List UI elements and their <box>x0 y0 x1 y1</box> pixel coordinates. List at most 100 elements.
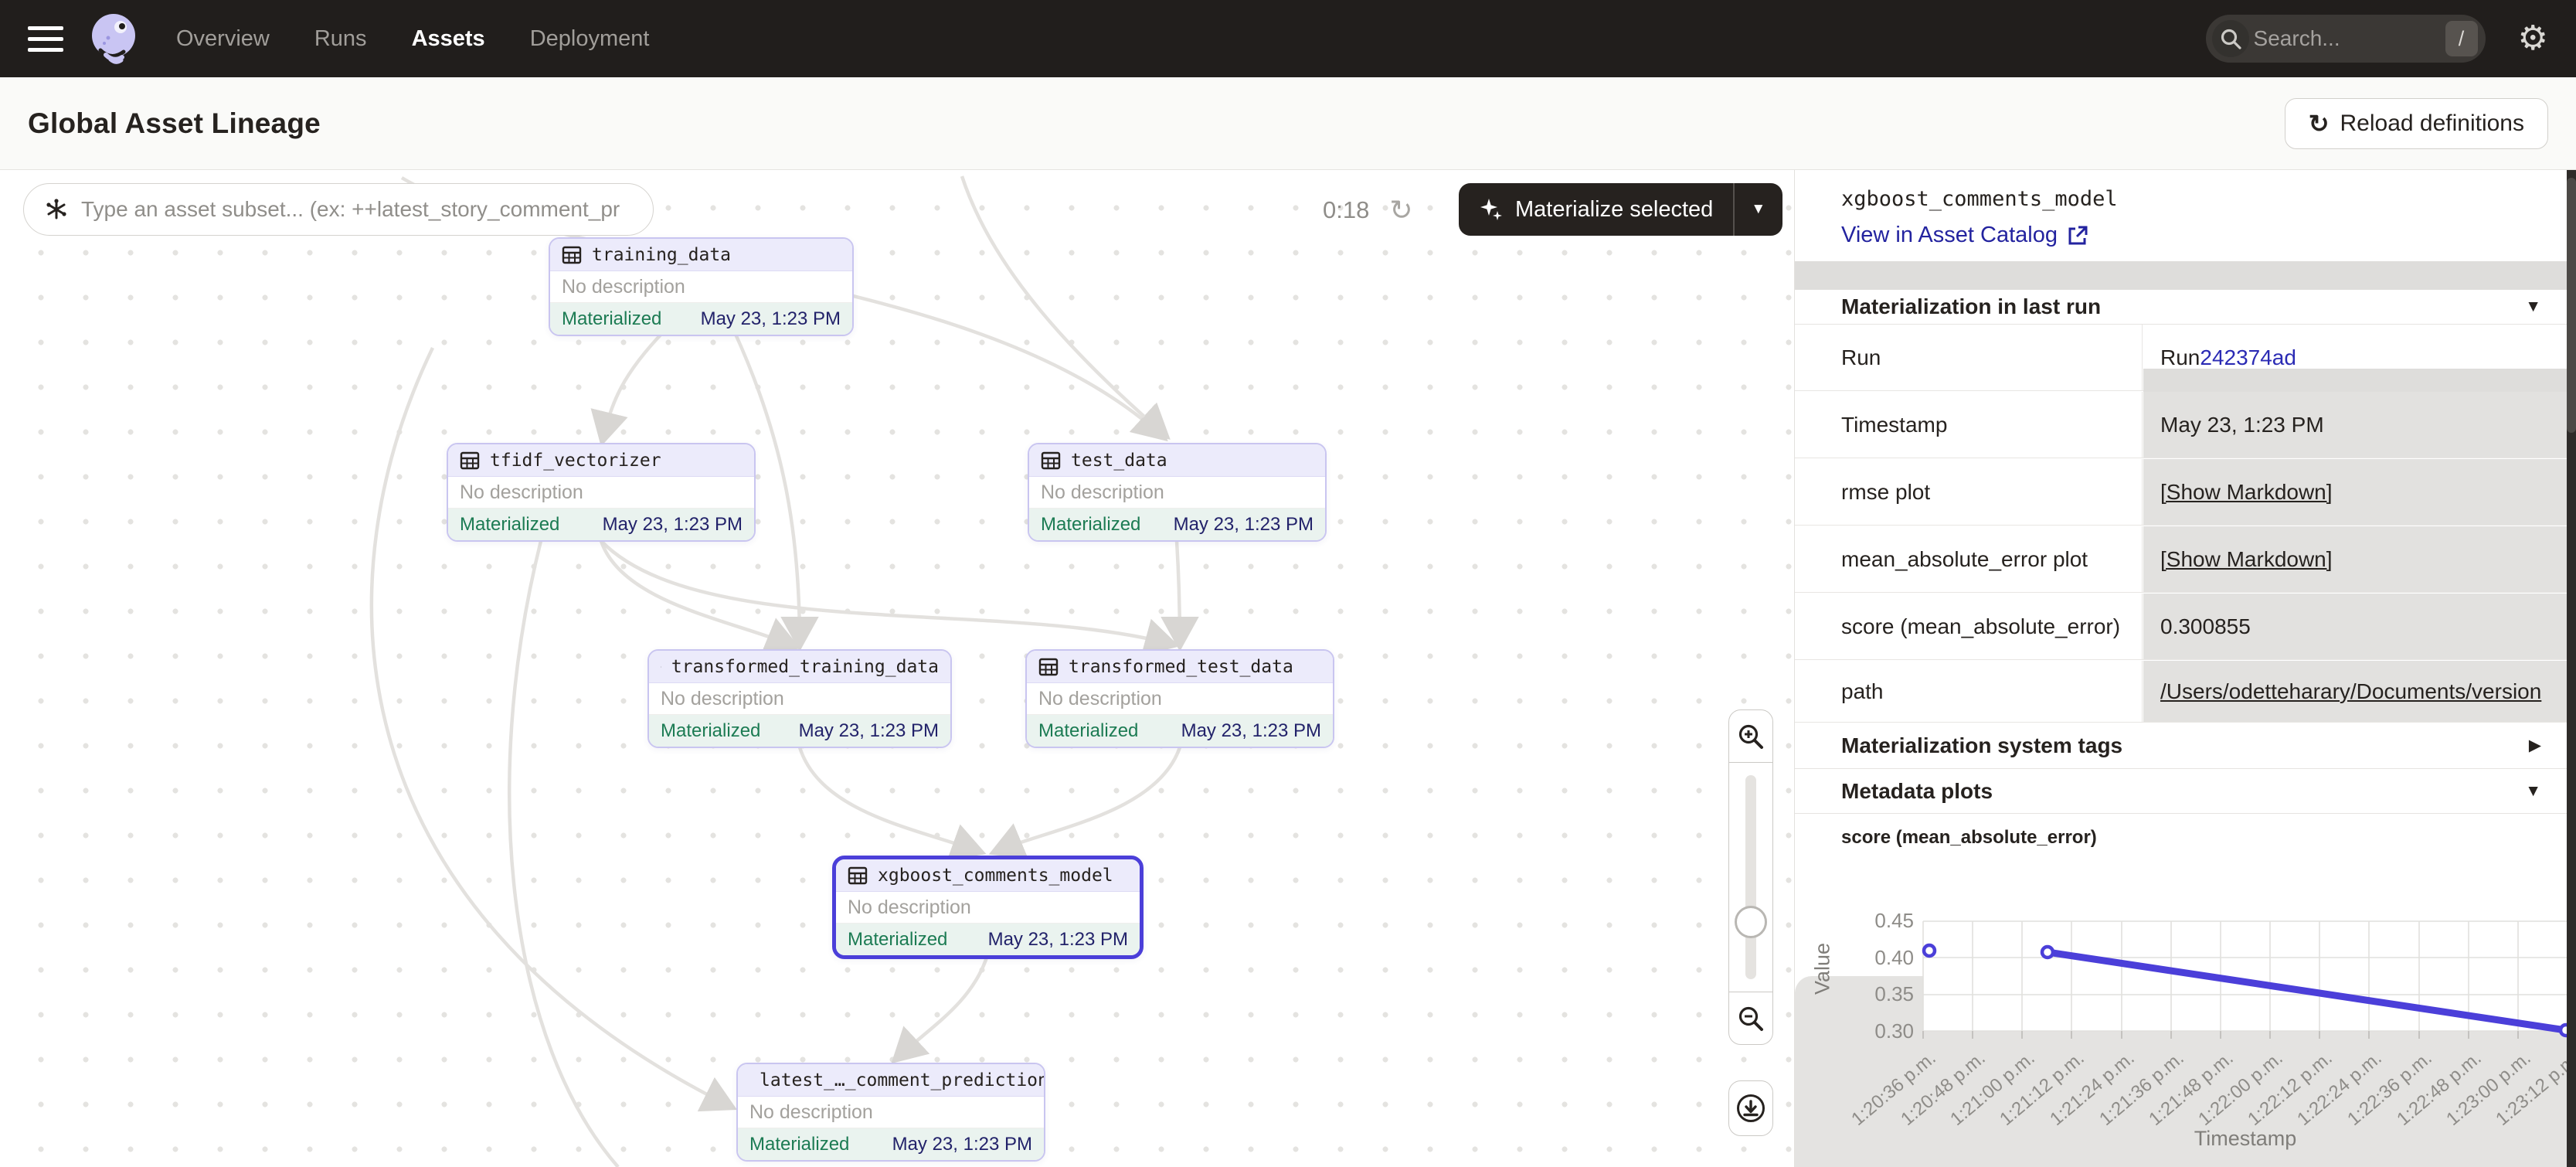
zoom-out-icon <box>1737 1005 1765 1033</box>
asset-lineage-graph[interactable]: training_data No description Materialize… <box>0 170 1794 1167</box>
meta-row-rmse-plot: rmse plot [Show Markdown] <box>1795 459 2567 526</box>
meta-label: Run <box>1795 325 2143 390</box>
asset-description: No description <box>836 892 1140 924</box>
asset-date: May 23, 1:23 PM <box>603 514 743 536</box>
materialize-selected-button[interactable]: Materialize selected <box>1459 183 1733 236</box>
chevron-right-icon: ▶ <box>2529 736 2541 755</box>
chart-point <box>2561 1025 2567 1036</box>
chevron-down-icon: ▼ <box>2525 782 2541 801</box>
chart-line <box>2048 952 2566 1030</box>
asset-status: Materialized <box>1038 720 1138 742</box>
meta-label: score (mean_absolute_error) <box>1795 594 2143 659</box>
download-graph-button[interactable] <box>1728 1080 1773 1136</box>
zoom-slider-track[interactable] <box>1745 775 1756 979</box>
asset-name: xgboost_comments_model <box>878 866 1113 886</box>
meta-row-path: path /Users/odetteharary/Documents/versi… <box>1795 661 2567 723</box>
zoom-in-button[interactable] <box>1729 710 1772 763</box>
asset-date: May 23, 1:23 PM <box>701 308 841 330</box>
meta-row-score: score (mean_absolute_error) 0.300855 <box>1795 594 2567 660</box>
asset-details-panel: xgboost_comments_model View in Asset Cat… <box>1794 170 2567 1167</box>
search-shortcut-badge: / <box>2445 21 2478 56</box>
path-link[interactable]: /Users/odetteharary/Documents/version <box>2160 679 2541 704</box>
nav-overview[interactable]: Overview <box>176 26 270 52</box>
nav-assets[interactable]: Assets <box>412 26 485 52</box>
hamburger-menu-icon[interactable] <box>28 26 63 52</box>
table-icon <box>460 451 480 471</box>
download-icon <box>1735 1092 1767 1124</box>
asset-name: test_data <box>1071 451 1167 471</box>
meta-row-run: Run Run 242374ad <box>1795 325 2567 391</box>
asset-subset-input[interactable] <box>81 197 633 222</box>
meta-label: mean_absolute_error plot <box>1795 526 2143 592</box>
asset-name: transformed_test_data <box>1069 657 1293 677</box>
asset-node-tfidf-vectorizer[interactable]: tfidf_vectorizer No description Material… <box>447 443 756 542</box>
meta-value: /Users/odetteharary/Documents/version <box>2143 661 2567 722</box>
search-input[interactable] <box>2254 26 2441 51</box>
asset-status: Materialized <box>661 720 760 742</box>
asset-name: latest_…_comment_predictions <box>760 1070 1045 1090</box>
refresh-timer: 0:18 <box>1323 196 1369 224</box>
y-tick-label: 0.30 <box>1840 1019 1914 1043</box>
settings-gear-icon[interactable]: ⚙ <box>2518 22 2548 56</box>
asset-node-xgboost-comments-model[interactable]: xgboost_comments_model No description Ma… <box>832 856 1144 959</box>
chart-title: score (mean_absolute_error) <box>1841 827 2097 849</box>
section-metadata-plots[interactable]: Metadata plots ▼ <box>1795 769 2567 814</box>
asset-status: Materialized <box>848 929 947 951</box>
asset-date: May 23, 1:23 PM <box>799 720 939 742</box>
asset-node-test-data[interactable]: test_data No description Materialized Ma… <box>1028 443 1327 542</box>
run-id-link[interactable]: 242374ad <box>2200 345 2296 370</box>
meta-row-mae-plot: mean_absolute_error plot [Show Markdown] <box>1795 526 2567 593</box>
asset-subset-filter[interactable] <box>23 183 654 236</box>
asset-status: Materialized <box>749 1134 849 1155</box>
asset-status: Materialized <box>460 514 559 536</box>
show-markdown-link[interactable]: [Show Markdown] <box>2160 547 2333 572</box>
section-materialization-in-last-run[interactable]: Materialization in last run ▼ <box>1795 290 2567 325</box>
y-tick-label: 0.45 <box>1840 909 1914 933</box>
asset-node-transformed-training-data[interactable]: transformed_training_data No description… <box>647 649 952 748</box>
meta-value: May 23, 1:23 PM <box>2143 392 2567 458</box>
asset-node-training-data[interactable]: training_data No description Materialize… <box>549 237 854 336</box>
asset-node-transformed-test-data[interactable]: transformed_test_data No description Mat… <box>1025 649 1334 748</box>
y-tick-label: 0.35 <box>1840 982 1914 1006</box>
horizontal-scrollbar[interactable] <box>2143 369 2567 392</box>
view-in-asset-catalog-link[interactable]: View in Asset Catalog <box>1841 223 2088 248</box>
asset-name: transformed_training_data <box>671 657 939 677</box>
zoom-slider-thumb[interactable] <box>1735 906 1767 938</box>
nav-deployment[interactable]: Deployment <box>530 26 650 52</box>
asset-status: Materialized <box>1041 514 1140 536</box>
meta-label: Timestamp <box>1795 392 2143 458</box>
scrollbar-thumb[interactable] <box>2567 178 2576 433</box>
panel-vertical-scrollbar[interactable] <box>2567 170 2576 1167</box>
table-icon <box>1041 451 1061 471</box>
zoom-in-icon <box>1737 723 1765 750</box>
dagster-logo[interactable] <box>85 10 142 67</box>
reload-definitions-button[interactable]: ↻ Reload definitions <box>2285 98 2548 149</box>
asset-description: No description <box>738 1097 1044 1128</box>
external-link-icon <box>2067 225 2088 247</box>
meta-value: 0.300855 <box>2143 594 2567 659</box>
table-icon <box>1038 657 1059 677</box>
asset-description: No description <box>448 477 754 509</box>
section-materialization-system-tags[interactable]: Materialization system tags ▶ <box>1795 723 2567 769</box>
page-title: Global Asset Lineage <box>28 107 321 140</box>
asset-node-latest-comment-predictions[interactable]: latest_…_comment_predictions No descript… <box>736 1063 1045 1162</box>
asset-graph-filter-icon <box>44 197 69 222</box>
chevron-down-icon: ▼ <box>2525 298 2541 316</box>
meta-value: [Show Markdown] <box>2143 459 2567 525</box>
zoom-slider[interactable] <box>1729 763 1772 992</box>
refresh-icon[interactable]: ↻ <box>1389 196 1412 224</box>
global-search[interactable]: / <box>2206 15 2486 63</box>
materialize-dropdown-caret[interactable]: ▼ <box>1735 183 1782 236</box>
asset-name: tfidf_vectorizer <box>490 451 661 471</box>
top-nav-bar: Overview Runs Assets Deployment / ⚙ <box>0 0 2576 77</box>
asset-description: No description <box>550 271 852 303</box>
graph-zoom-controls <box>1728 709 1773 1045</box>
panel-asset-title: xgboost_comments_model <box>1841 187 2118 211</box>
nav-runs[interactable]: Runs <box>314 26 367 52</box>
score-line-chart <box>1923 921 2567 1031</box>
zoom-out-button[interactable] <box>1729 992 1772 1044</box>
page-header: Global Asset Lineage ↻ Reload definition… <box>0 77 2576 170</box>
show-markdown-link[interactable]: [Show Markdown] <box>2160 480 2333 505</box>
y-axis-label: Value <box>1811 923 1835 1016</box>
materialize-split-button: Materialize selected ▼ <box>1459 183 1782 236</box>
